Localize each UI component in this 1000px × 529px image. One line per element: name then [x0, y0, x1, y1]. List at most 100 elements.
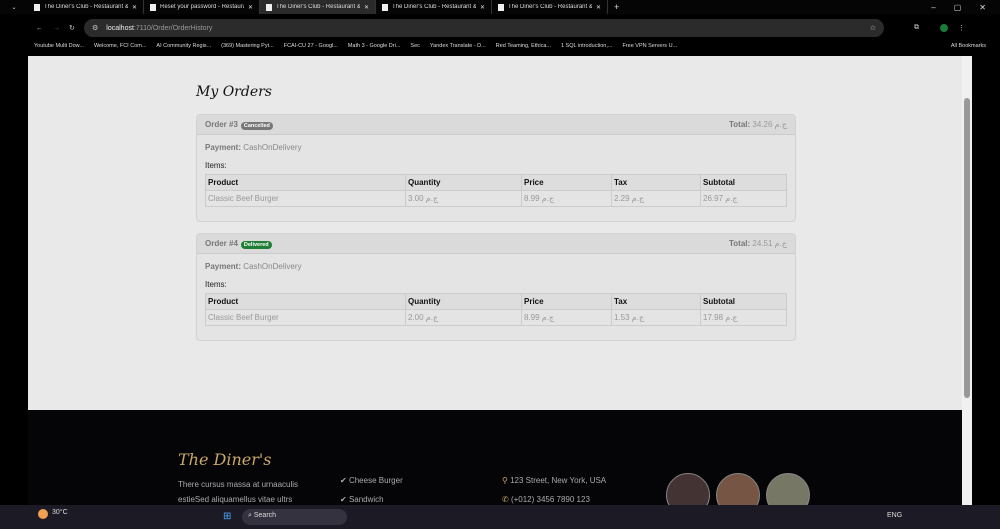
tab-title: Reset your password - Restaura [160, 4, 244, 10]
order-card: Order #4 Delivered Total: 24.51 ج.م Paymen… [196, 233, 796, 341]
bookmark-item[interactable]: AI Community Regis... [156, 43, 211, 49]
url-path: :7110/Order/OrderHistory [133, 24, 213, 32]
table-cell: 8.99 ج.م [521, 309, 612, 326]
browser-tab[interactable]: The Diner's Club - Restaurant & ✕ [28, 0, 144, 14]
footer-menu-item[interactable]: ✔ Sandwich [340, 495, 384, 504]
favicon-icon [382, 3, 388, 11]
status-badge: Delivered [240, 241, 272, 249]
bookmark-item[interactable]: Free VPN Servers U... [622, 43, 677, 49]
address-bar-row: ← → ↻ ⚙ localhost:7110/Order/OrderHistory… [0, 17, 1000, 39]
favicon-icon [498, 3, 504, 11]
bookmark-item[interactable]: Math 3 - Google Dri... [348, 43, 401, 49]
footer-phone: ✆ (+012) 3456 7890 123 [502, 495, 590, 504]
footer-address: ⚲ 123 Street, New York, USA [502, 476, 606, 485]
total-label: Total: [728, 239, 751, 248]
order-total: 24.51 ج.م [752, 239, 787, 248]
order-header: Order #4 Delivered Total: 24.51 ج.م [197, 234, 795, 254]
bookmark-item[interactable]: Welcome, FCI Com... [94, 43, 146, 49]
table-cell: 2.00 ج.م [405, 309, 522, 326]
table-cell: 8.99 ج.م [521, 190, 612, 207]
tab-title: The Diner's Club - Restaurant & [44, 4, 128, 10]
forward-icon[interactable]: → [53, 25, 60, 32]
new-tab-button[interactable]: + [608, 2, 625, 12]
bookmark-item[interactable]: (369) Mastering Pyt... [221, 43, 274, 49]
column-header: Price [521, 293, 612, 310]
close-tab-icon[interactable]: ✕ [132, 4, 137, 11]
order-header: Order #3 Cancelled Total: 34.26 ج.م [197, 115, 795, 135]
all-bookmarks[interactable]: All Bookmarks [951, 43, 986, 49]
browser-tab[interactable]: Reset your password - Restaura ✕ [144, 0, 260, 14]
payment-label: Payment: [205, 143, 242, 152]
site-info-icon[interactable]: ⚙ [92, 24, 98, 32]
bookmarks-bar: Youtube Multi Dow... Welcome, FCI Com... A… [0, 39, 1000, 53]
column-header: Price [521, 174, 612, 191]
minimize-button[interactable]: – [931, 3, 935, 12]
column-header: Tax [611, 174, 701, 191]
scrollbar-thumb[interactable] [964, 98, 970, 398]
taskbar: 30°C ⊞ ⌕ Search ENG [0, 505, 1000, 529]
close-window-button[interactable]: ✕ [979, 3, 986, 12]
bookmark-item[interactable]: FCAI-CU 27 - Googl... [284, 43, 338, 49]
start-icon[interactable]: ⊞ [223, 511, 231, 522]
payment-method: CashOnDelivery [243, 262, 302, 271]
bookmark-item[interactable]: Yandex Translate - D... [430, 43, 486, 49]
weather-temp[interactable]: 30°C [52, 509, 68, 516]
close-tab-icon[interactable]: ✕ [596, 4, 601, 11]
column-header: Tax [611, 293, 701, 310]
bookmark-item[interactable]: Sec [410, 43, 419, 49]
search-label: Search [253, 512, 277, 519]
tab-title: The Diner's Club - Restaurant & [508, 4, 592, 10]
reload-icon[interactable]: ↻ [69, 24, 75, 32]
footer-about-1: There cursus massa at urnaaculis [178, 480, 299, 489]
bookmark-item[interactable]: 1 SQL introduction,... [561, 43, 612, 49]
tab-title: The Diner's Club - Restaurant & [392, 4, 476, 10]
column-header: Quantity [405, 293, 522, 310]
order-total: 34.26 ج.م [752, 120, 787, 129]
footer-menu-item[interactable]: ✔ Cheese Burger [340, 476, 403, 485]
browser-tab[interactable]: The Diner's Club - Restaurant & ✕ [492, 0, 608, 14]
menu-label: Sandwich [348, 495, 384, 504]
profile-avatar[interactable] [940, 24, 948, 32]
table-cell: 17.98 ج.م [700, 309, 787, 326]
taskbar-search[interactable]: ⌕ Search [242, 509, 347, 525]
bookmark-star-icon[interactable]: ☆ [870, 24, 876, 32]
favicon-icon [34, 3, 40, 11]
table-row: Classic Beef Burger 3.00 ج.م 8.99 ج.م 2.29 … [205, 190, 787, 207]
url-input[interactable]: ⚙ localhost:7110/Order/OrderHistory ☆ [84, 19, 884, 37]
location-icon: ⚲ [502, 476, 508, 485]
status-badge: Cancelled [240, 122, 273, 130]
extensions-icon[interactable]: ⧉ [914, 24, 919, 32]
scrollbar[interactable] [962, 56, 972, 505]
footer: The Diner's There cursus massa at urnaac… [28, 410, 962, 517]
column-header: Subtotal [700, 174, 787, 191]
close-tab-icon[interactable]: ✕ [248, 4, 253, 11]
bookmark-item[interactable]: Youtube Multi Dow... [34, 43, 84, 49]
tab-title: The Diner's Club - Restaurant & [276, 4, 360, 10]
back-icon[interactable]: ← [36, 25, 43, 32]
browser-tab[interactable]: The Diner's Club - Restaurant & ✕ [260, 0, 376, 14]
close-tab-icon[interactable]: ✕ [480, 4, 485, 11]
column-header: Product [205, 293, 406, 310]
bookmark-item[interactable]: Red Teaming, Ethica... [496, 43, 551, 49]
footer-about-2: estieSed aliquamellus vitae ultrs [178, 495, 293, 504]
address-text: 123 Street, New York, USA [510, 476, 607, 485]
order-number: Order #4 [205, 239, 238, 248]
column-header: Product [205, 174, 406, 191]
language-indicator[interactable]: ENG [887, 512, 902, 519]
maximize-button[interactable]: ▢ [954, 3, 962, 12]
items-label: Items: [205, 161, 227, 170]
close-tab-icon[interactable]: ✕ [364, 4, 369, 11]
column-header: Subtotal [700, 293, 787, 310]
column-header: Quantity [405, 174, 522, 191]
menu-label: Cheese Burger [348, 476, 403, 485]
table-row: Classic Beef Burger 2.00 ج.م 8.99 ج.م 1.53 … [205, 309, 787, 326]
table-cell: 1.53 ج.م [611, 309, 701, 326]
favicon-icon [150, 3, 156, 11]
tab-search-icon[interactable]: ⌄ [0, 4, 28, 11]
phone-text: (+012) 3456 7890 123 [510, 495, 590, 504]
footer-logo: The Diner's [178, 450, 272, 469]
menu-icon[interactable]: ⋮ [958, 24, 965, 32]
favicon-icon [266, 3, 272, 11]
total-label: Total: [728, 120, 751, 129]
browser-tab[interactable]: The Diner's Club - Restaurant & ✕ [376, 0, 492, 14]
